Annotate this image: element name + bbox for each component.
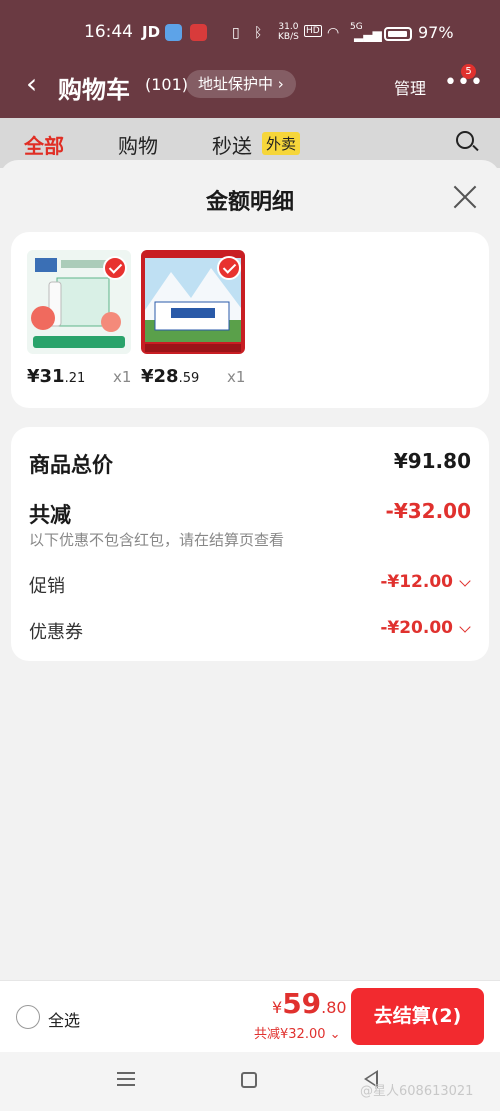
check-icon[interactable] [103, 256, 127, 280]
network-speed: 31.0 KB/S [278, 22, 299, 42]
status-time: 16:44 [84, 22, 133, 42]
back-icon[interactable]: ‹ [26, 70, 37, 98]
hd-icon: HD [304, 25, 322, 37]
notification-badge: 5 [461, 64, 476, 79]
search-icon[interactable] [456, 131, 474, 149]
wifi-icon: ◠ [327, 25, 340, 41]
app-notification-icon [190, 24, 207, 41]
product-price: ¥31.21 [27, 366, 86, 387]
total-price-label: 商品总价 [29, 453, 113, 477]
tab-flash-delivery[interactable]: 秒送 [212, 130, 252, 159]
takeout-badge: 外卖 [262, 132, 301, 155]
total-price-value: ¥91.80 [393, 449, 471, 473]
product-quantity: x1 [227, 368, 246, 386]
checkout-discount-toggle[interactable]: 共减¥32.00 ⌄ [254, 1023, 341, 1042]
product-quantity: x1 [113, 368, 132, 386]
checkout-total: ¥59.80 [272, 987, 347, 1020]
check-icon[interactable] [217, 256, 241, 280]
promo-label: 促销 [29, 576, 65, 597]
chevron-down-icon[interactable] [459, 621, 471, 633]
amount-detail-sheet: 金额明细 ¥31.21 x1 ¥28.59 x1 商品总价 ¥91.80 共减 … [0, 160, 500, 980]
carrier-label: JD [142, 23, 161, 41]
app-notification-icon [165, 24, 182, 41]
close-icon[interactable] [452, 184, 478, 210]
select-all-radio[interactable] [16, 1005, 40, 1029]
menu-icon[interactable] [117, 1072, 135, 1086]
tab-all[interactable]: 全部 [24, 130, 64, 159]
discount-note: 以下优惠不包含红包，请在结算页查看 [29, 531, 285, 549]
page-title: 购物车 [58, 76, 130, 104]
discount-value: -¥32.00 [385, 499, 471, 523]
discount-label: 共减 [29, 503, 71, 527]
status-icons: ▯ ᛒ 31.0 KB/S HD ◠ 5G ▂▄▆ 97% [232, 22, 472, 46]
signal-icon: ▂▄▆ [354, 28, 382, 42]
sheet-title: 金额明细 [205, 190, 294, 215]
cart-header: ‹ 购物车 (101) 地址保护中 › 管理 ••• 5 [0, 60, 500, 110]
checkout-button[interactable]: 去结算(2) [351, 988, 484, 1045]
tab-shopping[interactable]: 购物 [118, 130, 158, 159]
status-bar: 16:44 JD ▯ ᛒ 31.0 KB/S HD ◠ 5G ▂▄▆ 97% [0, 18, 500, 48]
battery-percent: 97% [418, 23, 454, 42]
manage-button[interactable]: 管理 [394, 75, 426, 99]
cart-count: (101) [145, 75, 189, 94]
coupon-label: 优惠券 [29, 622, 83, 643]
battery-icon [384, 27, 412, 41]
product-list-card: ¥31.21 x1 ¥28.59 x1 [11, 232, 489, 408]
vibrate-icon: ▯ [232, 25, 240, 41]
price-summary-card: 商品总价 ¥91.80 共减 -¥32.00 以下优惠不包含红包，请在结算页查看… [11, 427, 489, 661]
bluetooth-icon: ᛒ [254, 25, 263, 41]
checkout-bar: 全选 ¥59.80 共减¥32.00 ⌄ 去结算(2) [0, 980, 500, 1052]
system-nav-bar: @星人608613021 [0, 1052, 500, 1111]
watermark: @星人608613021 [360, 1084, 474, 1099]
product-price: ¥28.59 [141, 366, 200, 387]
select-all-label[interactable]: 全选 [48, 1007, 80, 1031]
home-icon[interactable] [241, 1072, 257, 1088]
chevron-down-icon[interactable] [459, 575, 471, 587]
promo-value: -¥12.00 [380, 572, 453, 592]
address-protection-pill[interactable]: 地址保护中 › [186, 70, 296, 98]
coupon-value: -¥20.00 [380, 618, 453, 638]
